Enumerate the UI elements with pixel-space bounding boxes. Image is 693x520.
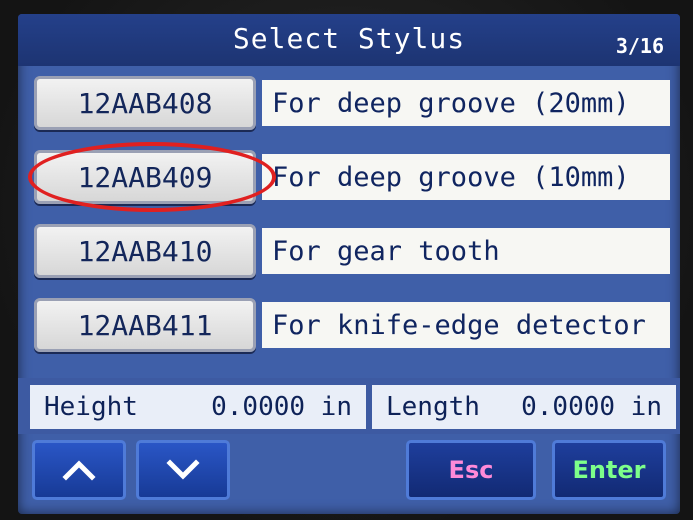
stylus-button-12AAB411[interactable]: 12AAB411 bbox=[34, 298, 256, 352]
enter-button[interactable]: Enter bbox=[552, 440, 666, 500]
stylus-description: For gear tooth bbox=[262, 228, 670, 274]
length-readout: Length 0.0000 in bbox=[372, 385, 676, 429]
stylus-row: 12AAB408 For deep groove (20mm) bbox=[34, 76, 674, 130]
scroll-down-button[interactable] bbox=[136, 440, 230, 500]
stylus-description: For deep groove (10mm) bbox=[262, 154, 670, 200]
page-title: Select Stylus bbox=[232, 22, 466, 55]
stylus-description: For deep groove (20mm) bbox=[262, 80, 670, 126]
page-indicator: 3/16 bbox=[615, 34, 664, 58]
chevron-down-icon bbox=[166, 459, 200, 480]
length-label: Length bbox=[386, 392, 480, 422]
stylus-row: 12AAB410 For gear tooth bbox=[34, 224, 674, 278]
chevron-up-icon bbox=[62, 460, 96, 481]
esc-button[interactable]: Esc bbox=[406, 440, 536, 500]
length-value: 0.0000 in bbox=[521, 392, 662, 422]
measurement-bar: Height 0.0000 in Length 0.0000 in bbox=[18, 378, 680, 434]
stylus-row: 12AAB411 For knife-edge detector bbox=[34, 298, 674, 352]
stylus-button-12AAB410[interactable]: 12AAB410 bbox=[34, 224, 256, 278]
title-bar: Select Stylus 3/16 bbox=[18, 14, 680, 66]
touch-screen: Select Stylus 3/16 12AAB408 For deep gro… bbox=[18, 14, 680, 514]
red-circle-annotation bbox=[28, 142, 276, 212]
height-readout: Height 0.0000 in bbox=[30, 385, 366, 429]
stylus-description: For knife-edge detector bbox=[262, 302, 670, 348]
scroll-up-button[interactable] bbox=[32, 440, 126, 500]
height-value: 0.0000 in bbox=[211, 392, 352, 422]
height-label: Height bbox=[44, 392, 138, 422]
stylus-button-12AAB408[interactable]: 12AAB408 bbox=[34, 76, 256, 130]
